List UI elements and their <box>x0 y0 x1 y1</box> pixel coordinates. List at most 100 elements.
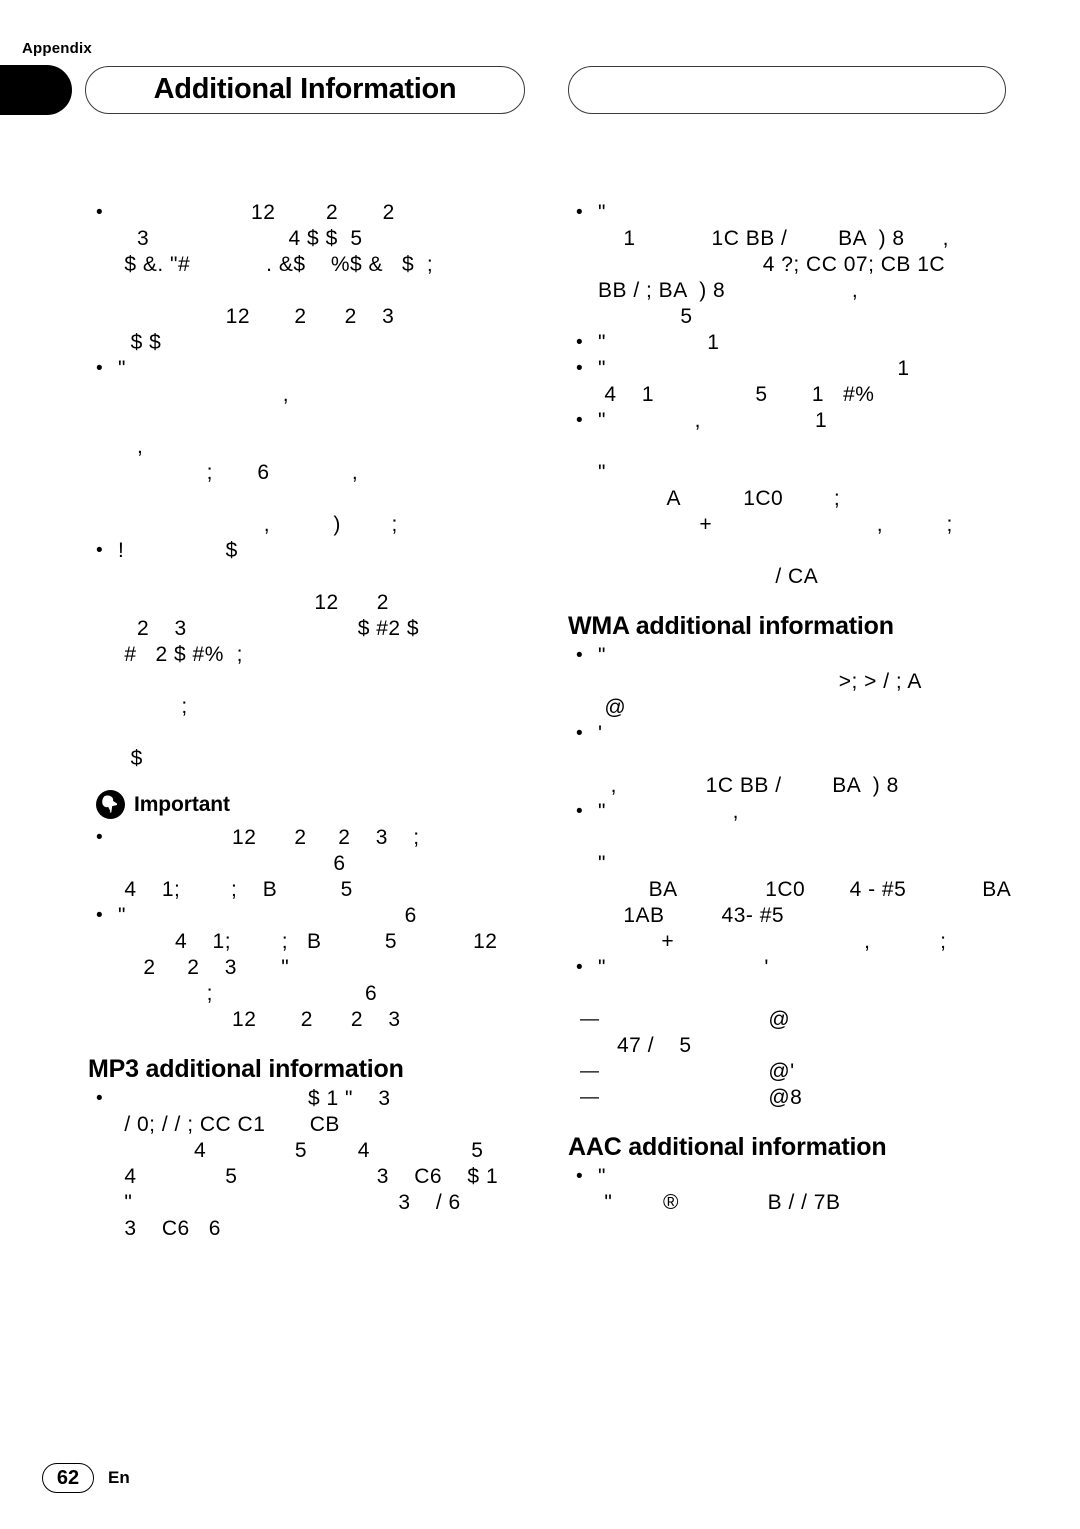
body-line <box>88 278 543 304</box>
body-line: " 3 / 6 <box>118 1191 461 1214</box>
body-line-first: " <box>568 643 1023 669</box>
body-line: A 1C0 ; <box>598 487 841 510</box>
bullet-item-5: " 6 4 1; ; B 5 12 2 2 3 " ; 6 12 2 2 <box>88 903 543 1033</box>
left-column: 12 2 2 3 4 $ $ 5 $ &. "# . &$ %$ & $ ; 1… <box>88 200 543 1242</box>
body-line-first: @ <box>568 1007 1023 1033</box>
body-line-first: @8 <box>568 1085 1023 1111</box>
body-line-first: " <box>568 1164 1023 1190</box>
body-line <box>568 981 1023 1007</box>
body-line <box>568 434 1023 460</box>
body-line-first: $ 1 " 3 <box>88 1086 543 1112</box>
body-line-first: @' <box>568 1059 1023 1085</box>
bullet-item-4: 12 2 2 3 ; 6 4 1; ; B 5 <box>88 825 543 903</box>
body-line: 4 1; ; B 5 <box>118 878 353 901</box>
body-line: >; > / ; A <box>598 670 922 693</box>
right-column: " 1 1C BB / BA ) 8 , 4 ?; CC 07; CB 1C BB… <box>568 200 1023 1216</box>
dash-item-9: @ 47 / 5 <box>568 1007 1023 1059</box>
language-label: En <box>108 1468 130 1487</box>
body-line: 12 2 <box>118 591 389 614</box>
body-line: 1 1C BB / BA ) 8 , <box>598 227 949 250</box>
bullet-item-2: ! $ 12 2 2 3 $ #2 $ # 2 $ #% ; ; $ <box>88 538 543 772</box>
body-line-first: " , 1 <box>568 408 1023 434</box>
body-line: 2 2 3 " <box>118 956 290 979</box>
body-line: 4 5 3 C6 $ 1 <box>118 1165 499 1188</box>
body-line-first: " <box>568 200 1023 226</box>
body-line: , <box>118 435 144 458</box>
body-line-first: 12 2 2 <box>88 200 543 226</box>
body-line: 4 1; ; B 5 12 <box>118 930 498 953</box>
page-number-pill: 62 <box>42 1463 94 1493</box>
bullet-item-5: " >; > / ; A @ <box>568 643 1023 721</box>
body-line: @ <box>598 696 627 719</box>
bullet-item-1: " , , ; 6 , , ) ; <box>88 356 543 538</box>
body-line: 6 <box>118 852 346 875</box>
bullet-item-1: " 1 <box>568 330 1023 356</box>
header-pill-right <box>568 66 1006 114</box>
body-line: 12 2 2 3 <box>118 305 395 328</box>
body-line: , <box>118 383 290 406</box>
body-line <box>568 825 1023 851</box>
page-title: Additional Information <box>153 73 457 105</box>
body-line: # 2 $ #% ; <box>118 643 243 666</box>
body-line: 47 / 5 <box>598 1034 692 1057</box>
body-line: + , ; <box>598 930 947 953</box>
dash-item-11: @8 <box>568 1085 1023 1111</box>
body-line: " <box>598 852 606 875</box>
section-tab-marker <box>0 65 72 115</box>
body-line: $ $ <box>118 331 162 354</box>
body-line: 4 ?; CC 07; CB 1C <box>598 253 946 276</box>
body-line: 1AB 43- #5 <box>598 904 785 927</box>
body-line <box>568 538 1023 564</box>
page-number: 62 <box>56 1467 80 1489</box>
body-line-first: " , <box>568 799 1023 825</box>
appendix-label: Appendix <box>22 40 92 57</box>
important-label: Important <box>134 792 230 816</box>
body-line: 3 C6 6 <box>118 1217 221 1240</box>
body-line: ; 6 <box>118 982 378 1005</box>
body-line <box>88 720 543 746</box>
body-line <box>88 668 543 694</box>
body-line: , ) ; <box>118 513 398 536</box>
body-line: " ® B / / 7B <box>598 1191 841 1214</box>
body-line-first: " 1 <box>568 330 1023 356</box>
body-line-first: " ' <box>568 955 1023 981</box>
body-line: 3 4 $ $ 5 <box>118 227 363 250</box>
body-line: ; 6 , <box>118 461 359 484</box>
important-callout: Important <box>96 790 543 819</box>
body-line <box>568 747 1023 773</box>
bullet-item-2: " 1 4 1 5 1 #% <box>568 356 1023 408</box>
body-line: 12 2 2 3 <box>118 1008 401 1031</box>
body-line-first: ! $ <box>88 538 543 564</box>
body-line-first: ' <box>568 721 1023 747</box>
body-line: ; <box>118 695 188 718</box>
body-line: / CA <box>598 565 819 588</box>
body-line-first: " 1 <box>568 356 1023 382</box>
body-line: 5 <box>598 305 693 328</box>
body-line: BB / ; BA ) 8 , <box>598 279 859 302</box>
body-line: $ &. "# . &$ %$ & $ ; <box>118 253 434 276</box>
section-heading-wma: WMA additional information <box>568 612 894 640</box>
body-line: " <box>598 461 606 484</box>
body-line <box>88 408 543 434</box>
body-line: + , ; <box>598 513 953 536</box>
dash-item-10: @' <box>568 1059 1023 1085</box>
pushpin-icon <box>96 790 125 819</box>
bullet-item-8: " ' <box>568 955 1023 1007</box>
body-line-first: 12 2 2 3 ; <box>88 825 543 851</box>
body-line: 4 5 4 5 <box>118 1139 484 1162</box>
body-line: $ <box>118 747 143 770</box>
body-line <box>88 564 543 590</box>
bullet-item-13: " " ® B / / 7B <box>568 1164 1023 1216</box>
section-heading-mp3: MP3 additional information <box>88 1055 404 1083</box>
body-line: 4 1 5 1 #% <box>598 383 875 406</box>
page-title-pill: Additional Information <box>85 66 525 114</box>
body-line-first: " <box>88 356 543 382</box>
manual-page: Appendix Additional Information 12 2 2 3… <box>0 0 1080 1529</box>
bullet-item-7: " , " BA 1C0 4 - #5 BA 1AB 43- #5 + , ; <box>568 799 1023 955</box>
body-line-first: " 6 <box>88 903 543 929</box>
body-line <box>88 486 543 512</box>
bullet-item-6: ' , 1C BB / BA ) 8 <box>568 721 1023 799</box>
body-line: BA 1C0 4 - #5 BA <box>598 878 1012 901</box>
bullet-item-0: " 1 1C BB / BA ) 8 , 4 ?; CC 07; CB 1C BB… <box>568 200 1023 330</box>
bullet-item-7: $ 1 " 3 / 0; / / ; CC C1 CB 4 5 4 5 4 5 … <box>88 1086 543 1242</box>
